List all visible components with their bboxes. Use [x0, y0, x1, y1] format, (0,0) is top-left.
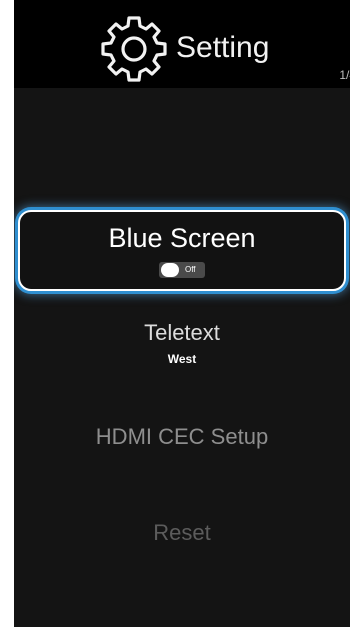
hdmi-cec-setup-label: HDMI CEC Setup [95, 424, 269, 449]
teletext-value: West [167, 352, 197, 366]
header-bar: Setting 1/4 [14, 0, 350, 88]
menu-item-teletext[interactable]: Teletext West [18, 320, 346, 366]
blue-screen-label: Blue Screen [108, 223, 256, 253]
page-title: Setting [176, 31, 270, 64]
toggle-knob [161, 263, 179, 277]
gear-icon [101, 16, 167, 82]
toggle-state-label: Off [185, 265, 196, 274]
settings-screen: Setting 1/4 Blue Screen Off Teletext Wes… [14, 0, 350, 627]
teletext-label: Teletext [144, 320, 220, 345]
menu-item-reset[interactable]: Reset [18, 520, 346, 546]
blue-screen-toggle[interactable]: Off [159, 262, 205, 278]
reset-label: Reset [153, 520, 211, 545]
menu-item-blue-screen[interactable]: Blue Screen Off [18, 210, 346, 291]
page-indicator: 1/4 [339, 68, 350, 82]
menu-item-hdmi-cec-setup[interactable]: HDMI CEC Setup [18, 424, 346, 450]
